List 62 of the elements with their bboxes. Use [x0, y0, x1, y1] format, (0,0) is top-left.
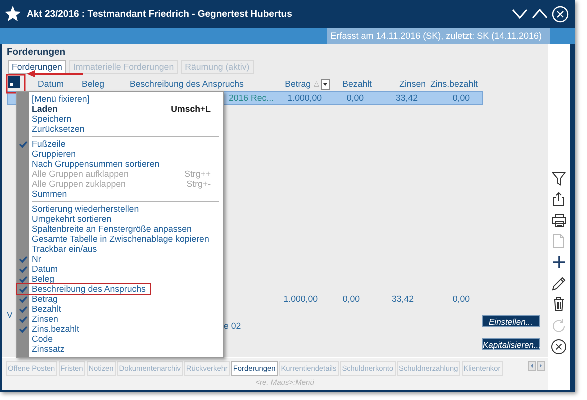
menu-item[interactable]: Datum: [17, 264, 223, 274]
column-header[interactable]: Zins.bezahlt: [426, 79, 478, 90]
table-cell-text: 2016 Rec...: [228, 92, 274, 104]
pencil-icon[interactable]: [552, 276, 566, 290]
menu-item[interactable]: [Menü fixieren]: [17, 94, 223, 104]
menu-item[interactable]: Zins.bezahlt: [17, 324, 223, 334]
partial-text: V: [7, 310, 13, 320]
trash-icon[interactable]: [553, 297, 565, 312]
menu-item[interactable]: Gruppieren: [17, 149, 223, 159]
menu-item[interactable]: Spaltenbreite an Fenstergröße anpassen: [17, 224, 223, 234]
column-header[interactable]: Bezahlt: [330, 79, 372, 90]
action-button[interactable]: Einstellen...: [482, 314, 540, 327]
window-title: Akt 23/2016 : Testmandant Friedrich - Gegnertest Hubertus: [27, 8, 292, 20]
scroll-right-icon[interactable]: [537, 361, 545, 372]
scroll-left-icon[interactable]: [528, 361, 536, 372]
column-header[interactable]: Beleg: [82, 79, 130, 90]
menu-item[interactable]: Zinssatz: [17, 344, 223, 354]
table-cell-text: 1.000,00: [286, 92, 323, 104]
menu-item[interactable]: Nr: [17, 254, 223, 264]
total-cell-text: 0,00: [452, 294, 471, 305]
table-cell-text: 0,00: [452, 92, 471, 104]
filter-icon[interactable]: [552, 172, 566, 186]
total-cell-text: 33,42: [390, 294, 415, 305]
menu-item[interactable]: Umgekehrt sortieren: [17, 214, 223, 224]
menu-item[interactable]: Betrag: [17, 294, 223, 304]
column-header[interactable]: Beschreibung des Anspruchs: [130, 79, 280, 90]
annotation-arrow: [26, 70, 84, 78]
grid-menu-button[interactable]: [8, 76, 20, 88]
chevron-down-icon[interactable]: [512, 9, 528, 19]
menu-item[interactable]: Sortierung wiederherstellen: [17, 204, 223, 214]
menu-item[interactable]: Nach Gruppensummen sortieren: [17, 159, 223, 169]
table-cell-text: 0,00: [346, 92, 365, 104]
menu-item[interactable]: Zurücksetzen: [17, 124, 223, 134]
menu-item[interactable]: Gesamte Tabelle in Zwischenablage kopieren: [17, 234, 223, 244]
menu-item[interactable]: Zinsen: [17, 314, 223, 324]
section-title: Forderungen: [6, 46, 67, 58]
menu-item[interactable]: Beleg: [17, 274, 223, 284]
menu-item[interactable]: Code: [17, 334, 223, 344]
total-cell-text: 1.000,00: [282, 294, 319, 305]
printer-icon[interactable]: [552, 214, 566, 228]
column-header[interactable]: Zinsen: [372, 79, 426, 90]
partial-text: e 02: [224, 320, 242, 331]
action-button[interactable]: Kapitalisieren...: [482, 338, 540, 350]
plus-icon[interactable]: [552, 256, 566, 269]
share-icon[interactable]: [553, 192, 565, 207]
menu-item[interactable]: Fußzeile: [17, 139, 223, 149]
star-icon: [4, 5, 22, 23]
dropdown-icon[interactable]: [321, 79, 330, 90]
chevron-up-icon[interactable]: [532, 9, 548, 19]
menu-item[interactable]: Bezahlt: [17, 304, 223, 314]
column-header[interactable]: Betrag: [285, 79, 311, 90]
column-header[interactable]: Datum: [38, 79, 82, 90]
close-icon[interactable]: [551, 338, 567, 354]
menu-item[interactable]: Laden Umsch+L: [17, 104, 223, 114]
info-text: Erfasst am 14.11.2016 (SK), zuletzt: SK (14.11.2016): [326, 28, 550, 44]
menu-item[interactable]: Summen: [17, 189, 223, 199]
table-cell-text: 33,42: [394, 92, 419, 104]
menu-item[interactable]: Beschreibung des Anspruchs: [17, 284, 150, 294]
menu-item[interactable]: Trackbar ein/aus: [17, 244, 223, 254]
total-cell-text: 0,00: [342, 294, 361, 305]
menu-item[interactable]: Speichern: [17, 114, 223, 124]
tab[interactable]: Forderungen: [8, 60, 66, 74]
